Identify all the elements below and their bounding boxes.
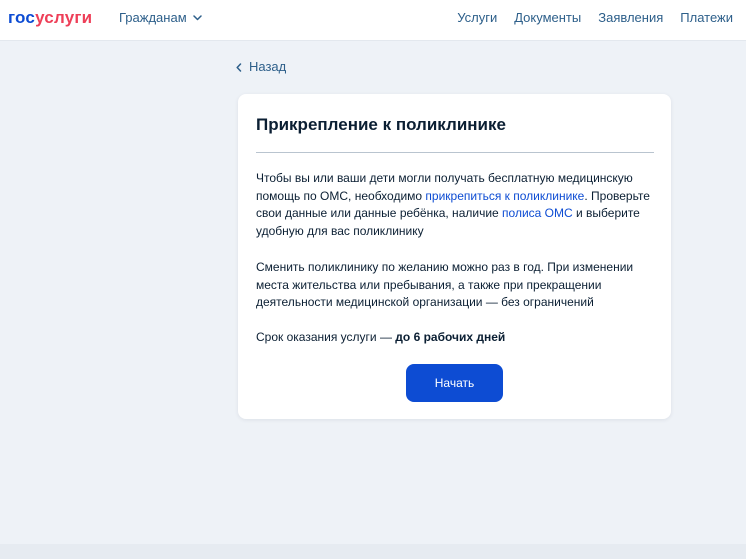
service-title: Прикрепление к поликлинике <box>256 115 506 134</box>
gosuslugi-logo[interactable]: госуслуги <box>8 8 92 28</box>
service-term: Срок оказания услуги — до 6 рабочих дней <box>256 329 651 347</box>
footer-strip <box>0 544 746 559</box>
oms-policy-link[interactable]: полиса ОМС <box>502 206 573 220</box>
change-clinic-info: Сменить поликлинику по желанию можно раз… <box>256 260 634 309</box>
top-header: госуслуги Гражданам Услуги Документы Зая… <box>0 0 746 41</box>
logo-part-uslugi: услуги <box>35 8 93 27</box>
back-link[interactable]: Назад <box>236 59 286 75</box>
title-divider <box>256 152 654 153</box>
start-button[interactable]: Начать <box>406 364 503 402</box>
service-card: Прикрепление к поликлинике Чтобы вы или … <box>238 94 671 419</box>
nav-applications[interactable]: Заявления <box>598 10 663 26</box>
chevron-left-icon <box>236 62 242 72</box>
nav-payments[interactable]: Платежи <box>680 10 733 26</box>
back-label: Назад <box>249 59 287 74</box>
chevron-down-icon <box>192 15 202 21</box>
nav-services[interactable]: Услуги <box>457 10 497 26</box>
main-nav: Услуги Документы Заявления Платежи <box>457 10 733 26</box>
service-description: Чтобы вы или ваши дети могли получать бе… <box>256 170 651 240</box>
service-term-value: до 6 рабочих дней <box>395 330 506 344</box>
logo-part-gos: гос <box>8 8 36 27</box>
audience-label: Гражданам <box>119 10 187 25</box>
service-term-label: Срок оказания услуги — <box>256 330 396 344</box>
attach-to-clinic-link[interactable]: прикрепиться к поликлинике <box>425 189 584 203</box>
nav-documents[interactable]: Документы <box>514 10 581 26</box>
audience-selector[interactable]: Гражданам <box>119 10 202 26</box>
